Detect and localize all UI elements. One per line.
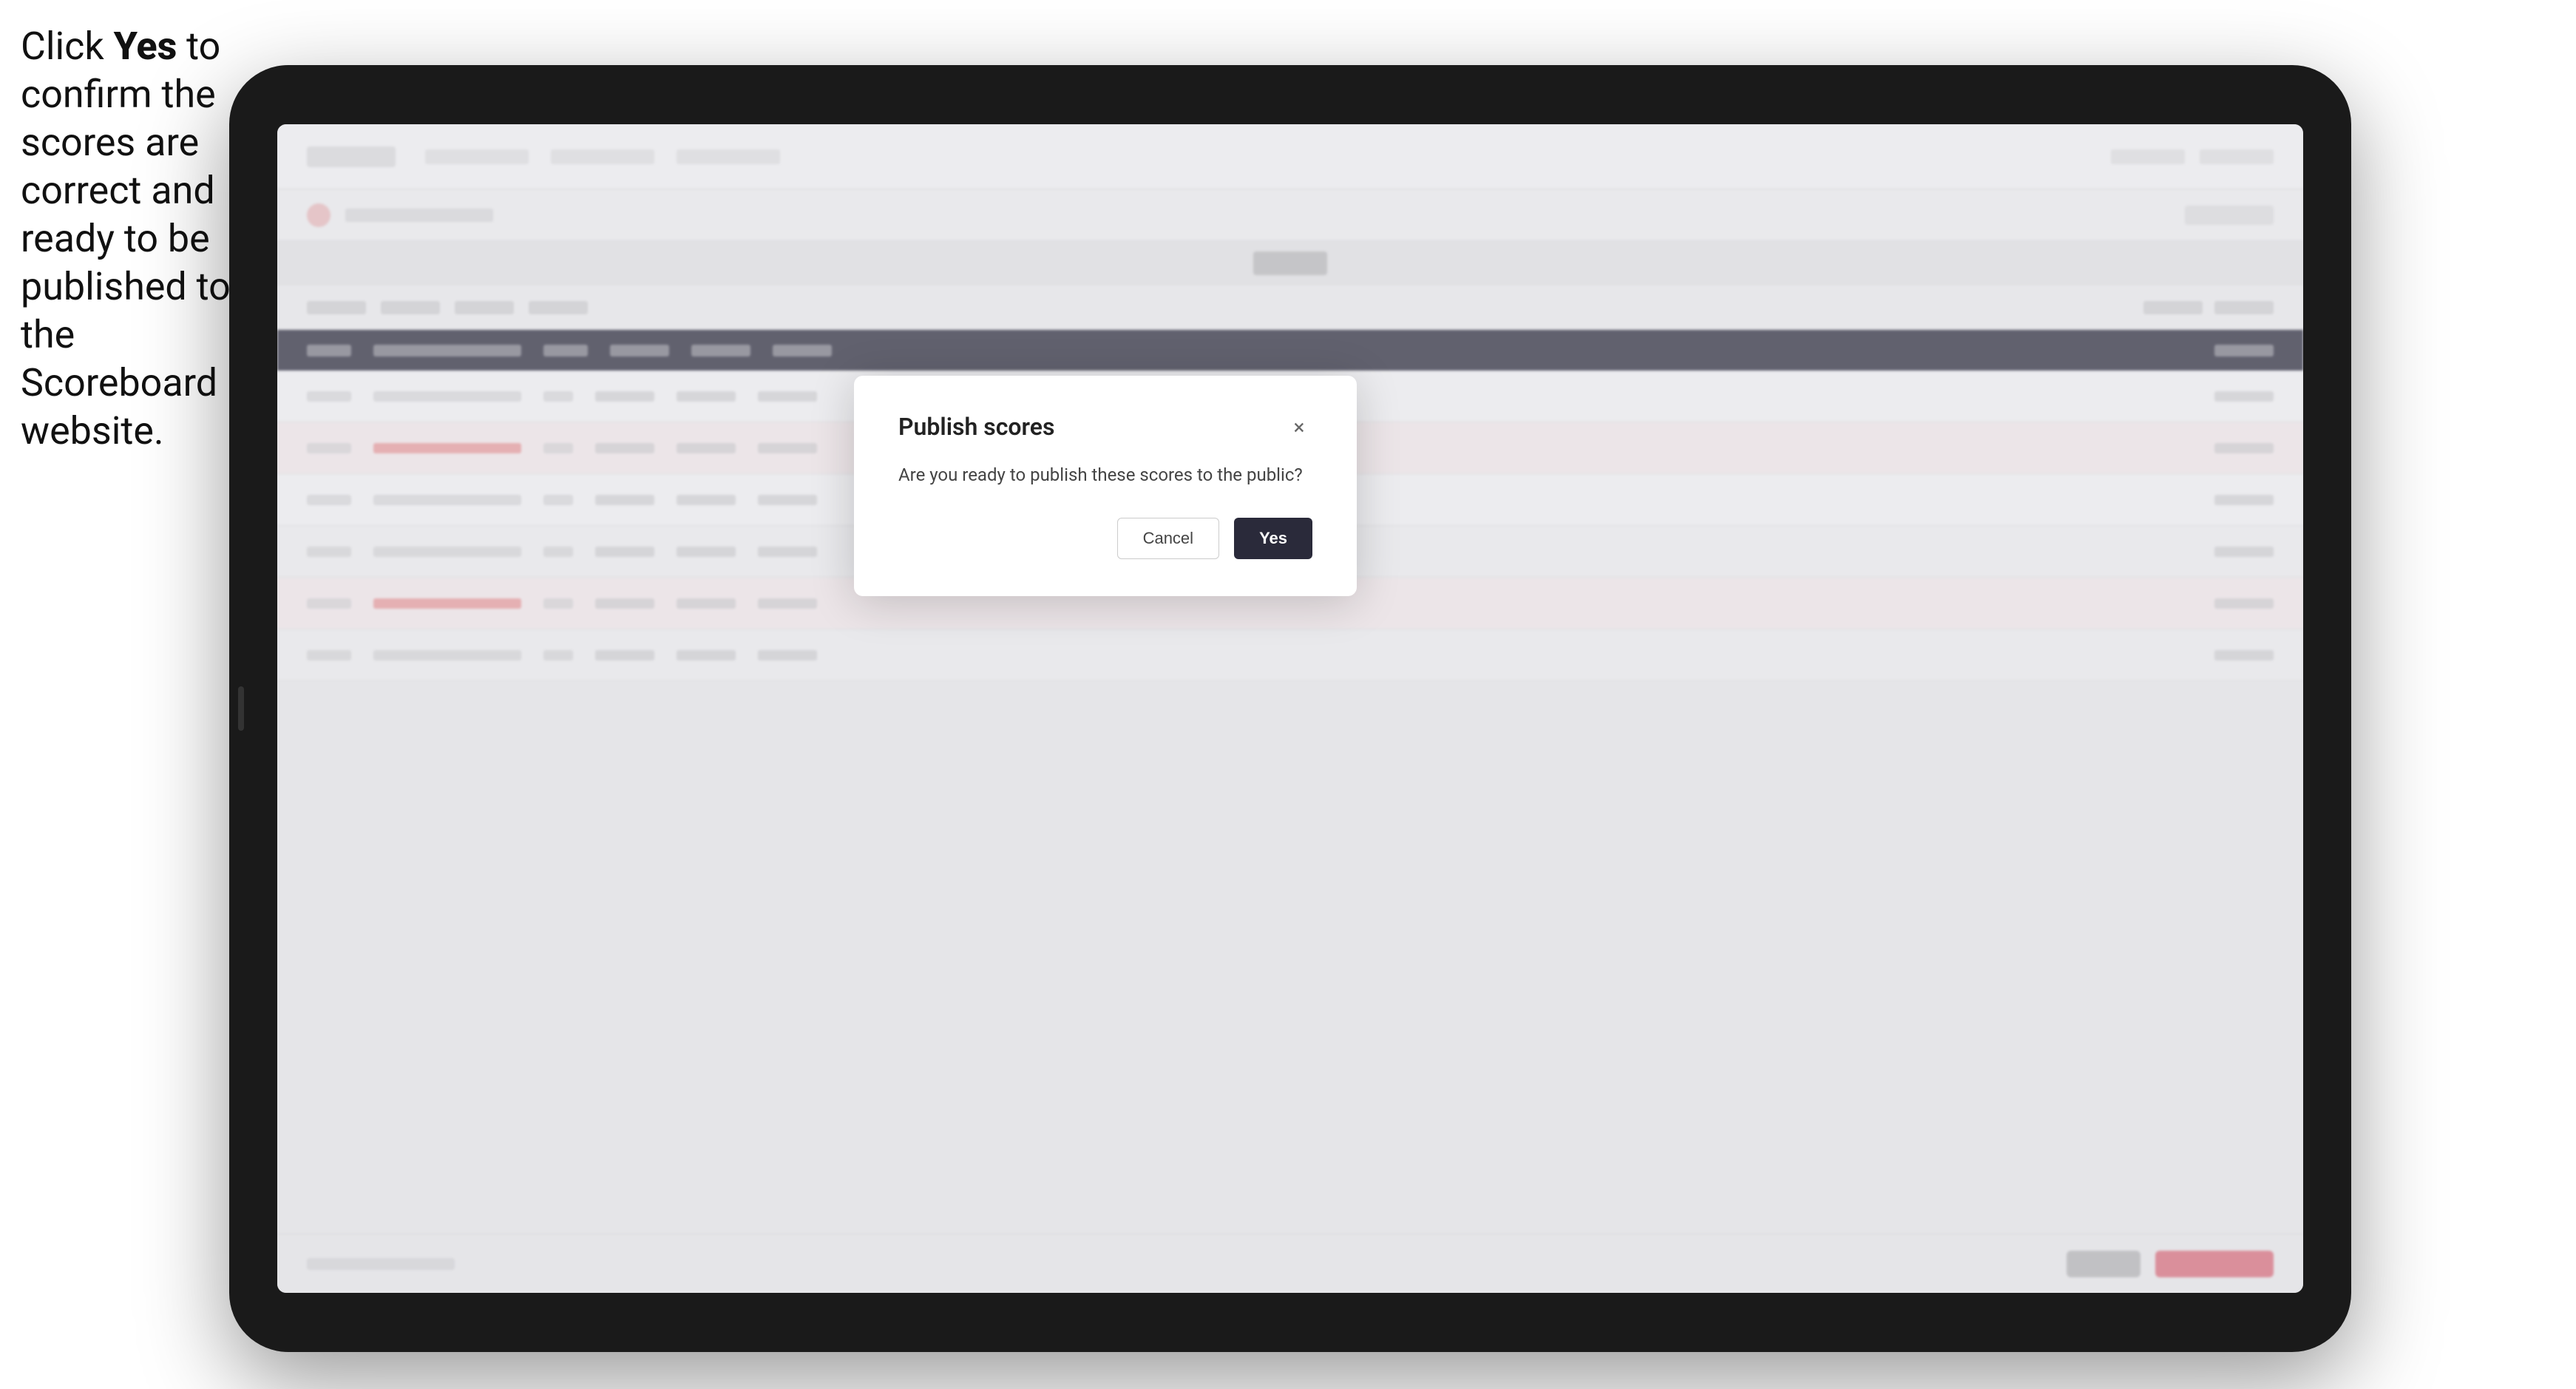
annotation-click-prefix: Click (21, 24, 114, 69)
modal-body-text: Are you ready to publish these scores to… (898, 463, 1312, 488)
tablet-device: Publish scores × Are you ready to publis… (229, 65, 2351, 1352)
yes-button[interactable]: Yes (1234, 518, 1312, 559)
tablet-side-button (238, 686, 244, 731)
publish-scores-modal: Publish scores × Are you ready to publis… (854, 376, 1357, 596)
modal-overlay: Publish scores × Are you ready to publis… (277, 124, 2303, 1293)
modal-footer: Cancel Yes (898, 518, 1312, 559)
modal-close-button[interactable]: × (1286, 413, 1312, 440)
modal-header: Publish scores × (898, 413, 1312, 441)
cancel-button[interactable]: Cancel (1117, 518, 1219, 559)
annotation-bold-yes: Yes (114, 24, 177, 69)
annotation-text: Click Yes to confirm the scores are corr… (21, 22, 235, 455)
modal-title: Publish scores (898, 413, 1054, 441)
annotation-suffix: to confirm the scores are correct and re… (21, 24, 231, 453)
tablet-screen: Publish scores × Are you ready to publis… (277, 124, 2303, 1293)
